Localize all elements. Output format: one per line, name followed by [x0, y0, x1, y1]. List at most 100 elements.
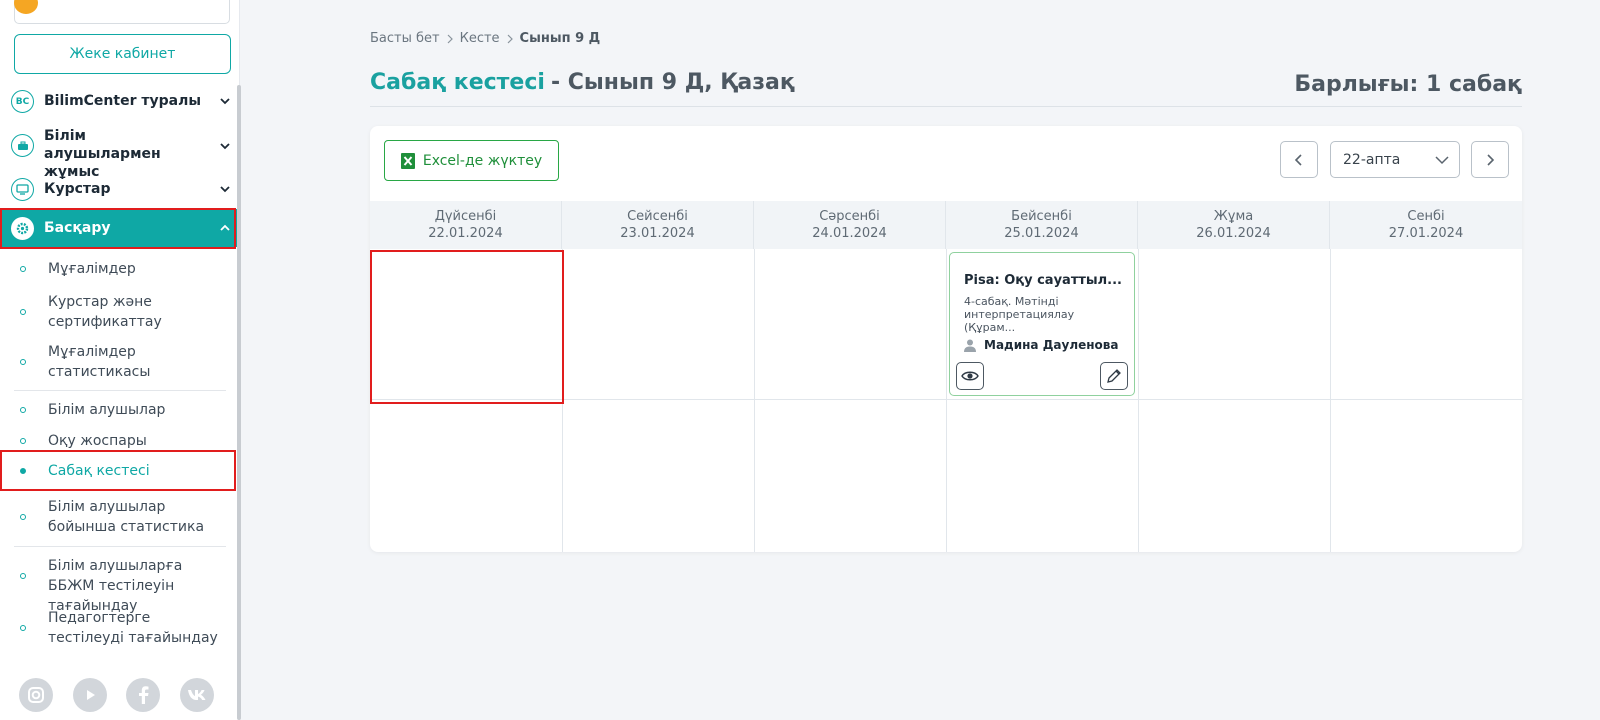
day-header: Бейсенбі 25.01.2024: [946, 201, 1138, 249]
prev-week-button[interactable]: [1280, 141, 1318, 178]
bullet-icon: [20, 359, 26, 365]
submenu-label: Сабақ кестесі: [48, 463, 150, 479]
briefcase-icon: [11, 134, 34, 157]
chevron-down-icon: [220, 98, 230, 105]
submenu-students[interactable]: Білім алушылар: [0, 399, 236, 421]
breadcrumb-home[interactable]: Басты бет: [370, 31, 440, 46]
teacher-name: Мадина Дауленова: [984, 338, 1119, 352]
page-title-class: - Сынып 9 Д, Қазақ: [550, 70, 795, 95]
lesson-card[interactable]: Pisa: Оқу сауаттыл... 4-сабақ. Мәтінді и…: [949, 252, 1135, 396]
divider: [14, 390, 226, 391]
menu-item-students-work[interactable]: Білім алушылармен жұмыс: [0, 127, 239, 180]
schedule-card: Excel-де жүктеу 22-апта Дүйсенбі 22.01.20…: [370, 126, 1522, 552]
excel-download-button[interactable]: Excel-де жүктеу: [384, 140, 559, 181]
monitor-icon: [11, 178, 34, 201]
vk-icon[interactable]: [180, 678, 214, 712]
breadcrumb-section[interactable]: Кесте: [460, 31, 500, 46]
gear-icon: [11, 217, 34, 240]
chevron-down-icon: [220, 186, 230, 193]
grid-line: [1138, 249, 1139, 552]
submenu-courses-certification[interactable]: Курстар және сертификаттау: [0, 292, 236, 332]
view-lesson-button[interactable]: [956, 362, 984, 390]
submenu-label: Педагогтерге тестілеуді тағайындау: [48, 610, 218, 646]
lesson-total: Барлығы: 1 сабақ: [1294, 72, 1522, 97]
grid-line: [1330, 249, 1331, 552]
grid-line: [754, 249, 755, 552]
submenu-study-plan[interactable]: Оқу жоспары: [0, 430, 236, 452]
day-header: Дүйсенбі 22.01.2024: [370, 201, 562, 249]
week-select-value: 22-апта: [1343, 151, 1401, 168]
divider: [14, 546, 226, 547]
grid-line: [946, 249, 947, 552]
submenu-student-stats[interactable]: Білім алушылар бойынша статистика: [0, 497, 236, 537]
chevron-right-icon: [447, 34, 453, 43]
submenu-label: Оқу жоспары: [48, 433, 147, 449]
menu-item-label: BilimCenter туралы: [44, 93, 201, 109]
chevron-right-icon: [1487, 153, 1495, 166]
user-icon: [964, 339, 976, 352]
bullet-icon: [20, 266, 26, 272]
bullet-icon: [20, 407, 26, 413]
facebook-icon[interactable]: [126, 678, 160, 712]
user-card[interactable]: [14, 0, 230, 24]
schedule-header: Дүйсенбі 22.01.2024 Сейсенбі 23.01.2024 Сә…: [370, 201, 1522, 249]
submenu-teacher-stats[interactable]: Мұғалімдер статистикасы: [0, 342, 236, 382]
bullet-icon: [20, 625, 26, 631]
week-select[interactable]: 22-апта: [1330, 141, 1460, 178]
chevron-up-icon: [220, 224, 230, 231]
menu-item-label: Білім алушылармен жұмыс: [44, 128, 161, 180]
eye-icon: [961, 371, 979, 381]
submenu-teachers[interactable]: Мұғалімдер: [0, 258, 236, 280]
excel-icon: [400, 152, 415, 169]
chevron-right-icon: [507, 34, 513, 43]
day-header: Сенбі 27.01.2024: [1388, 209, 1464, 241]
bullet-icon: [20, 309, 26, 315]
lesson-title: Pisa: Оқу сауаттыл...: [964, 273, 1122, 288]
submenu-label: Мұғалімдер: [48, 261, 136, 277]
personal-cabinet-button[interactable]: Жеке кабинет: [14, 34, 231, 74]
submenu-schedule[interactable]: Сабақ кестесі: [0, 460, 236, 482]
excel-download-label: Excel-де жүктеу: [422, 152, 543, 169]
chevron-down-icon: [220, 143, 230, 150]
submenu-label: Білім алушылар бойынша статистика: [48, 499, 205, 535]
submenu-label: Білім алушыларға ББЖМ тестілеуін тағайын…: [48, 558, 183, 614]
title-divider: [370, 106, 1522, 107]
chevron-down-icon: [1435, 156, 1449, 165]
bc-logo-icon: BC: [11, 90, 34, 113]
youtube-icon[interactable]: [73, 678, 107, 712]
edit-lesson-button[interactable]: [1100, 362, 1128, 390]
instagram-icon[interactable]: [19, 678, 53, 712]
submenu-assign-teacher-test[interactable]: Педагогтерге тестілеуді тағайындау: [0, 608, 236, 648]
submenu-label: Мұғалімдер статистикасы: [48, 344, 151, 380]
menu-item-label: Басқару: [44, 220, 111, 236]
bullet-icon: [20, 468, 26, 474]
menu-item-about[interactable]: BC BilimCenter туралы: [0, 90, 239, 113]
menu-item-management[interactable]: Басқару: [0, 209, 239, 247]
day-header: Сейсенбі 23.01.2024: [562, 201, 754, 249]
highlight-box: [370, 250, 564, 404]
bullet-icon: [20, 514, 26, 520]
grid-line: [370, 399, 1522, 400]
bullet-icon: [20, 438, 26, 444]
page-title-main: Сабақ кестесі: [370, 70, 545, 95]
sidebar: Жеке кабинет BC BilimCenter туралы Білім…: [0, 0, 240, 720]
submenu-label: Курстар және сертификаттау: [48, 294, 162, 330]
pencil-icon: [1107, 369, 1121, 383]
menu-item-label: Курстар: [44, 181, 111, 197]
grid-line: [562, 249, 563, 552]
submenu-label: Білім алушылар: [48, 402, 166, 418]
breadcrumb-current: Сынып 9 Д: [519, 31, 601, 46]
bullet-icon: [20, 573, 26, 579]
submenu-assign-student-test[interactable]: Білім алушыларға ББЖМ тестілеуін тағайын…: [0, 556, 236, 614]
chevron-left-icon: [1294, 153, 1302, 166]
page-title: Сабақ кестесі - Сынып 9 Д, Қазақ: [370, 70, 795, 95]
schedule-grid: Pisa: Оқу сауаттыл... 4-сабақ. Мәтінді и…: [370, 249, 1522, 552]
sidebar-scrollbar[interactable]: [237, 85, 241, 720]
menu-item-courses[interactable]: Курстар: [0, 178, 239, 201]
day-header: Жұма 26.01.2024: [1138, 201, 1330, 249]
lesson-teacher: Мадина Дауленова: [964, 338, 1120, 352]
day-header: Сәрсенбі 24.01.2024: [754, 201, 946, 249]
next-week-button[interactable]: [1471, 141, 1509, 178]
breadcrumb: Басты бет Кесте Сынып 9 Д: [370, 31, 600, 46]
lesson-description: 4-сабақ. Мәтінді интерпретациялау (Құрам…: [964, 295, 1075, 334]
